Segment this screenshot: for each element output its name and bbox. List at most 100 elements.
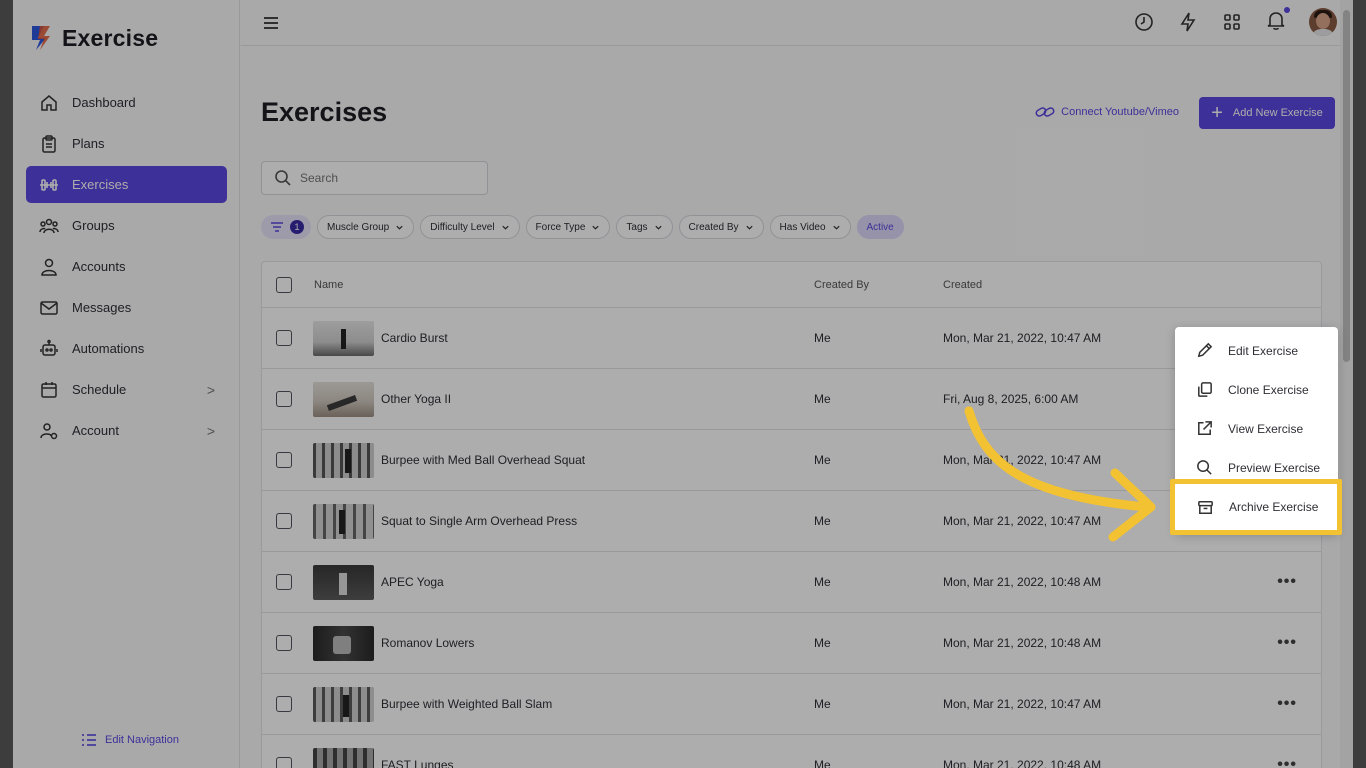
users-icon	[39, 218, 59, 233]
column-name[interactable]: Name	[314, 279, 343, 291]
scrollbar-thumb[interactable]	[1343, 10, 1350, 362]
tutorial-arrow-icon	[964, 406, 1156, 542]
menu-archive-exercise[interactable]: Archive Exercise	[1181, 488, 1333, 526]
row-checkbox[interactable]	[276, 757, 292, 768]
apps-grid-icon[interactable]	[1221, 11, 1243, 33]
menu-item-label: Clone Exercise	[1228, 382, 1309, 397]
add-exercise-button[interactable]: + Add New Exercise	[1199, 97, 1335, 129]
topbar	[241, 0, 1353, 46]
row-checkbox[interactable]	[276, 391, 292, 407]
exercise-thumbnail	[313, 504, 374, 539]
sidebar-item-exercises[interactable]: Exercises	[26, 166, 227, 203]
clock-icon[interactable]	[1133, 11, 1155, 33]
filter-difficulty-level[interactable]: Difficulty Level	[420, 215, 520, 239]
exercise-name[interactable]: Squat to Single Arm Overhead Press	[381, 514, 577, 528]
exercise-name[interactable]: Burpee with Med Ball Overhead Squat	[381, 453, 585, 467]
sidebar-item-plans[interactable]: Plans	[26, 125, 227, 162]
connect-video-link[interactable]: Connect Youtube/Vimeo	[1035, 104, 1179, 120]
more-options-button[interactable]: •••	[1277, 756, 1297, 768]
filter-count-badge: 1	[290, 220, 304, 234]
exercise-name[interactable]: Cardio Burst	[381, 331, 448, 345]
menu-edit-exercise[interactable]: Edit Exercise	[1175, 331, 1338, 370]
filter-toggle-button[interactable]: 1	[261, 215, 311, 239]
row-checkbox[interactable]	[276, 635, 292, 651]
table-row[interactable]: Burpee with Weighted Ball Slam Me Mon, M…	[262, 674, 1321, 735]
row-checkbox[interactable]	[276, 330, 292, 346]
search-icon	[1197, 460, 1212, 475]
more-options-button[interactable]: •••	[1277, 634, 1297, 652]
row-checkbox[interactable]	[276, 574, 292, 590]
sidebar-item-groups[interactable]: Groups	[26, 207, 227, 244]
exercise-thumbnail	[313, 626, 374, 661]
sidebar-item-messages[interactable]: Messages	[26, 289, 227, 326]
select-all-checkbox[interactable]	[276, 277, 292, 293]
sidebar-nav: Dashboard Plans Exercises Groups Account…	[26, 84, 227, 453]
filter-bar: 1 Muscle Group Difficulty Level Force Ty…	[261, 215, 904, 239]
filter-muscle-group[interactable]: Muscle Group	[317, 215, 415, 239]
exercise-name[interactable]: APEC Yoga	[381, 575, 444, 589]
sidebar-item-label: Dashboard	[72, 95, 136, 110]
menu-clone-exercise[interactable]: Clone Exercise	[1175, 370, 1338, 409]
user-icon	[41, 258, 57, 276]
chevron-down-icon	[654, 225, 662, 230]
filter-created-by[interactable]: Created By	[678, 215, 764, 239]
menu-item-label: Edit Exercise	[1228, 343, 1299, 358]
sidebar-item-accounts[interactable]: Accounts	[26, 248, 227, 285]
chevron-right-icon: >	[206, 381, 215, 398]
filter-tags[interactable]: Tags	[616, 215, 673, 239]
search-input[interactable]	[300, 171, 460, 185]
filter-label: Has Video	[779, 221, 826, 233]
sidebar-item-automations[interactable]: Automations	[26, 330, 227, 367]
sidebar-item-schedule[interactable]: Schedule >	[26, 371, 227, 408]
exercise-created: Mon, Mar 21, 2022, 10:48 AM	[943, 636, 1102, 650]
more-options-button[interactable]: •••	[1277, 573, 1297, 591]
exercise-name[interactable]: FAST Lunges	[381, 758, 454, 768]
logo-icon	[32, 26, 50, 50]
row-checkbox[interactable]	[276, 452, 292, 468]
link-icon	[1035, 107, 1055, 117]
topbar-actions	[1133, 6, 1337, 36]
lightning-icon[interactable]	[1177, 11, 1199, 33]
row-checkbox[interactable]	[276, 513, 292, 529]
exercise-thumbnail	[313, 382, 374, 417]
robot-icon	[40, 339, 58, 356]
external-link-icon	[1198, 421, 1212, 435]
sidebar-item-label: Exercises	[72, 177, 129, 192]
column-created[interactable]: Created	[943, 279, 982, 291]
search-box[interactable]	[261, 161, 488, 195]
chevron-down-icon	[592, 225, 600, 230]
menu-view-exercise[interactable]: View Exercise	[1175, 409, 1338, 448]
exercise-name[interactable]: Romanov Lowers	[381, 636, 474, 650]
sidebar-item-dashboard[interactable]: Dashboard	[26, 84, 227, 121]
chevron-right-icon: >	[206, 422, 215, 439]
exercise-created: Mon, Mar 21, 2022, 10:48 AM	[943, 575, 1102, 589]
menu-item-label: View Exercise	[1228, 421, 1304, 436]
filter-label: Muscle Group	[327, 221, 390, 233]
app-window: Exercise Dashboard Plans Exercises Group…	[13, 0, 1353, 768]
column-created-by[interactable]: Created By	[814, 279, 869, 291]
filter-icon	[271, 222, 283, 232]
hamburger-menu-icon[interactable]	[261, 13, 281, 33]
exercise-created-by: Me	[814, 636, 831, 650]
logo-text: Exercise	[62, 24, 159, 51]
table-row[interactable]: Romanov Lowers Me Mon, Mar 21, 2022, 10:…	[262, 613, 1321, 674]
table-row[interactable]: FAST Lunges Me Mon, Mar 21, 2022, 10:48 …	[262, 735, 1321, 768]
more-options-button[interactable]: •••	[1277, 695, 1297, 713]
exercise-name[interactable]: Burpee with Weighted Ball Slam	[381, 697, 552, 711]
exercise-name[interactable]: Other Yoga II	[381, 392, 451, 406]
filter-active[interactable]: Active	[856, 215, 904, 239]
logo[interactable]: Exercise	[28, 24, 158, 52]
row-checkbox[interactable]	[276, 696, 292, 712]
filter-force-type[interactable]: Force Type	[525, 215, 611, 239]
table-row[interactable]: APEC Yoga Me Mon, Mar 21, 2022, 10:48 AM…	[262, 552, 1321, 613]
avatar[interactable]	[1309, 8, 1337, 36]
notifications[interactable]	[1265, 6, 1290, 36]
exercise-created: Mon, Mar 21, 2022, 10:47 AM	[943, 331, 1102, 345]
edit-navigation-link[interactable]: Edit Navigation	[81, 733, 179, 747]
sidebar-item-account[interactable]: Account >	[26, 412, 227, 449]
table-row[interactable]: Cardio Burst Me Mon, Mar 21, 2022, 10:47…	[262, 308, 1321, 369]
scrollbar[interactable]	[1340, 0, 1353, 768]
filter-label: Difficulty Level	[430, 221, 495, 233]
plus-icon: +	[1211, 102, 1223, 124]
filter-has-video[interactable]: Has Video	[769, 215, 851, 239]
